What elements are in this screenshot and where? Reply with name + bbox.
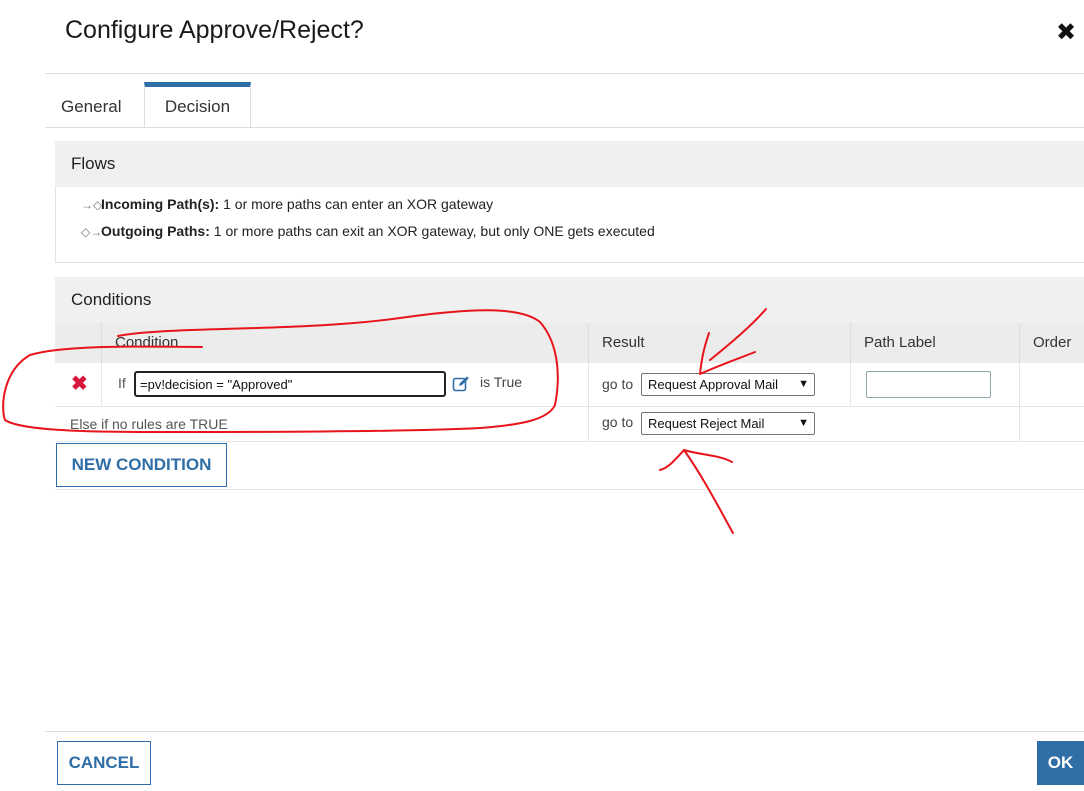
condition-expression-input[interactable]	[134, 371, 446, 397]
close-button[interactable]: ✖	[1056, 20, 1076, 44]
title-divider	[45, 73, 1084, 74]
go-to-label: go to	[602, 376, 634, 392]
tab-decision[interactable]: Decision	[144, 82, 251, 128]
incoming-arrow-icon: →◇	[81, 198, 103, 212]
outgoing-paths-label: Outgoing Paths:	[101, 223, 210, 239]
header-result: Result	[588, 323, 850, 363]
path-label-input[interactable]	[866, 371, 991, 398]
new-condition-button[interactable]: NEW CONDITION	[56, 443, 227, 487]
conditions-header: Conditions	[55, 277, 1084, 323]
condition-row: ✖ If is True go to Request Approval Mail…	[55, 363, 1084, 407]
else-target-value: Request Reject Mail	[648, 416, 765, 431]
arrow-up-annotation	[659, 449, 734, 534]
table-header-row: Condition Result Path Label Order	[55, 323, 1084, 363]
chevron-down-icon: ▼	[798, 378, 809, 390]
chevron-down-icon: ▼	[798, 417, 809, 429]
outgoing-paths-line: ◇→Outgoing Paths: 1 or more paths can ex…	[81, 221, 655, 241]
tab-general[interactable]: General	[45, 82, 137, 128]
header-path-label: Path Label	[850, 323, 1019, 363]
flows-header: Flows	[55, 141, 1084, 187]
incoming-paths-line: →◇Incoming Path(s): 1 or more paths can …	[81, 194, 493, 214]
column-divider	[850, 363, 851, 406]
column-divider	[101, 363, 102, 406]
else-target-select[interactable]: Request Reject Mail ▼	[641, 412, 815, 435]
cancel-button[interactable]: CANCEL	[57, 741, 151, 785]
result-target-select[interactable]: Request Approval Mail ▼	[641, 373, 815, 396]
tab-bar: General Decision	[45, 82, 1084, 128]
tabs-divider	[45, 127, 1084, 128]
outgoing-arrow-icon: ◇→	[81, 225, 103, 239]
column-divider	[588, 363, 589, 406]
conditions-bottom-divider	[55, 489, 1084, 490]
column-divider	[1019, 363, 1020, 406]
delete-condition-icon[interactable]: ✖	[71, 374, 88, 394]
is-true-label: is True	[480, 374, 523, 390]
else-row: Else if no rules are TRUE go to Request …	[55, 407, 1084, 442]
footer-divider	[45, 731, 1084, 732]
flows-body: →◇Incoming Path(s): 1 or more paths can …	[55, 187, 1084, 263]
header-condition: Condition	[101, 323, 588, 363]
column-divider	[588, 407, 589, 441]
ok-button[interactable]: OK	[1037, 741, 1084, 785]
column-divider	[1019, 407, 1020, 441]
incoming-paths-label: Incoming Path(s):	[101, 196, 220, 212]
edit-expression-icon[interactable]	[452, 375, 470, 393]
else-label: Else if no rules are TRUE	[70, 416, 228, 432]
incoming-paths-text: 1 or more paths can enter an XOR gateway	[223, 196, 494, 212]
outgoing-paths-text: 1 or more paths can exit an XOR gateway,…	[213, 223, 655, 239]
else-go-to-label: go to	[602, 414, 634, 430]
result-target-value: Request Approval Mail	[648, 377, 779, 392]
header-order: Order	[1019, 323, 1084, 363]
if-label: If	[118, 375, 126, 391]
dialog-title: Configure Approve/Reject?	[65, 16, 364, 44]
header-blank-cell	[55, 323, 101, 363]
